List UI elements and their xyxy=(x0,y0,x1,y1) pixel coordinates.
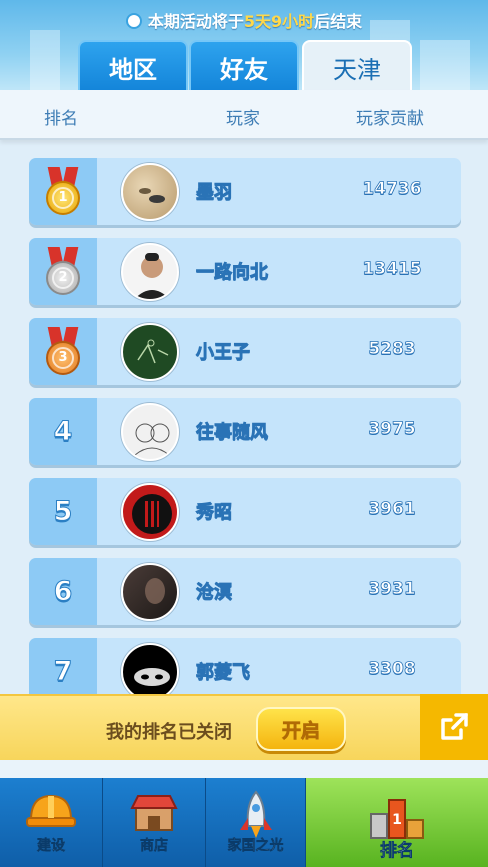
player-name: 秀昭 xyxy=(196,502,233,524)
nav-shop[interactable]: 商店 xyxy=(103,778,206,867)
column-player: 玩家 xyxy=(226,109,260,129)
tab-region[interactable]: 地区 xyxy=(78,40,188,90)
open-ranking-button[interactable]: 开启 xyxy=(256,707,346,751)
avatar[interactable] xyxy=(121,403,179,461)
bronze-medal-icon: 3 xyxy=(45,326,81,377)
player-name: 一路向北 xyxy=(196,262,269,284)
player-name: 小王子 xyxy=(196,342,251,364)
tab-region-label: 地区 xyxy=(109,55,157,84)
avatar[interactable] xyxy=(121,323,179,381)
nav-shop-label: 商店 xyxy=(140,838,169,855)
nav-national-glory-label: 家国之光 xyxy=(227,838,284,855)
ranking-icon: 1 xyxy=(370,799,424,839)
rank-cell: 6 xyxy=(29,558,97,625)
my-rank-status: 我的排名已关闭 xyxy=(106,722,232,743)
column-rank: 排名 xyxy=(44,109,78,129)
rank-cell: 7 xyxy=(29,638,97,694)
rank-cell: 4 xyxy=(29,398,97,465)
rocket-icon xyxy=(239,790,272,838)
ranking-list[interactable]: 1 墨羽 14736 2 一路向北 13415 3 小王子 5283 4 往事随… xyxy=(0,142,488,694)
rank-cell: 2 xyxy=(29,238,97,305)
avatar[interactable] xyxy=(121,563,179,621)
share-button[interactable] xyxy=(420,694,488,760)
hardhat-icon xyxy=(26,794,76,827)
notice-suffix: 后结束 xyxy=(314,12,363,31)
player-score: 3308 xyxy=(368,659,416,680)
avatar[interactable] xyxy=(121,243,179,301)
svg-text:1: 1 xyxy=(392,812,402,828)
notice-countdown: 5天9小时 xyxy=(243,12,315,31)
rank-cell: 3 xyxy=(29,318,97,385)
player-score: 13415 xyxy=(362,259,422,280)
ranking-row[interactable]: 3 小王子 5283 xyxy=(29,318,461,385)
ranking-row[interactable]: 6 沧溟 3931 xyxy=(29,558,461,625)
skyline-building xyxy=(30,30,60,90)
ranking-row[interactable]: 1 墨羽 14736 xyxy=(29,158,461,225)
gold-medal-icon: 1 xyxy=(45,166,81,217)
avatar[interactable] xyxy=(121,643,179,694)
rank-number: 2 xyxy=(52,266,74,289)
bottom-nav: 建设 商店 家国之光 1 排名 xyxy=(0,778,488,867)
my-rank-banner: 我的排名已关闭 开启 xyxy=(0,694,420,760)
ranking-row[interactable]: 5 秀昭 3961 xyxy=(29,478,461,545)
header: 本期活动将于5天9小时后结束 地区 好友 天津 xyxy=(0,0,488,90)
ranking-row[interactable]: 7 郭菱飞 3308 xyxy=(29,638,461,694)
rank-number: 6 xyxy=(53,576,73,608)
ranking-row[interactable]: 4 往事随风 3975 xyxy=(29,398,461,465)
player-score: 3975 xyxy=(368,419,416,440)
player-name: 沧溟 xyxy=(196,582,233,604)
tab-friends-label: 好友 xyxy=(220,55,268,84)
player-score: 5283 xyxy=(368,339,416,360)
avatar[interactable] xyxy=(121,163,179,221)
share-icon xyxy=(441,713,468,740)
rank-cell: 5 xyxy=(29,478,97,545)
tab-tianjin[interactable]: 天津 xyxy=(302,40,412,90)
column-contribution: 玩家贡献 xyxy=(356,109,424,129)
shop-icon xyxy=(130,795,178,831)
event-notice: 本期活动将于5天9小时后结束 xyxy=(0,8,488,32)
nav-ranking[interactable]: 1 排名 xyxy=(306,778,488,867)
player-score: 3931 xyxy=(368,579,416,600)
column-header: 排名 玩家 玩家贡献 xyxy=(0,90,488,140)
player-score: 3961 xyxy=(368,499,416,520)
open-button-label: 开启 xyxy=(281,719,321,742)
rank-number: 5 xyxy=(53,496,73,528)
player-name: 郭菱飞 xyxy=(196,662,251,684)
nav-national-glory[interactable]: 家国之光 xyxy=(206,778,306,867)
rank-number: 7 xyxy=(53,656,73,688)
tab-friends[interactable]: 好友 xyxy=(189,40,299,90)
tab-tianjin-label: 天津 xyxy=(333,55,381,84)
rank-number: 1 xyxy=(52,186,74,209)
nav-build-label: 建设 xyxy=(37,838,66,855)
skyline-building xyxy=(420,40,470,90)
player-name: 往事随风 xyxy=(196,422,269,444)
divider xyxy=(0,760,488,778)
nav-ranking-label: 排名 xyxy=(380,841,415,862)
ranking-row[interactable]: 2 一路向北 13415 xyxy=(29,238,461,305)
player-name: 墨羽 xyxy=(196,182,233,204)
rank-cell: 1 xyxy=(29,158,97,225)
rank-number: 4 xyxy=(53,416,73,448)
avatar[interactable] xyxy=(121,483,179,541)
nav-build[interactable]: 建设 xyxy=(0,778,103,867)
rank-number: 3 xyxy=(52,346,74,369)
clock-icon xyxy=(125,13,142,29)
player-score: 14736 xyxy=(362,179,422,200)
silver-medal-icon: 2 xyxy=(45,246,81,297)
notice-prefix: 本期活动将于 xyxy=(147,12,244,31)
